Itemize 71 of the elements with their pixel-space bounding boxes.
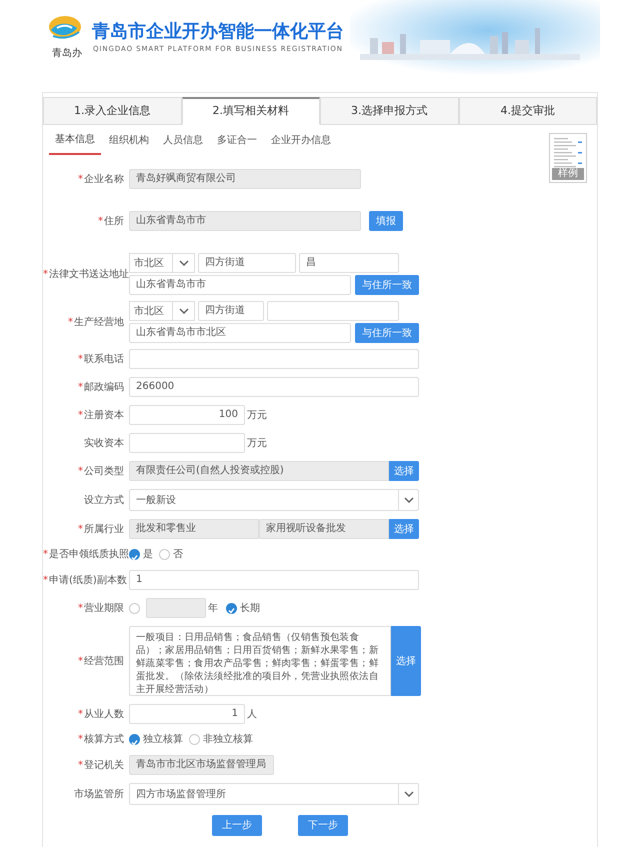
check-icon <box>227 606 236 616</box>
input-field[interactable]: 山东省青岛市市北区 <box>129 323 351 343</box>
radio-option[interactable]: 是 <box>129 547 153 562</box>
input-field[interactable]: 昌 <box>299 253 399 273</box>
chevron-down-icon <box>178 308 188 314</box>
step-tab[interactable]: 3.选择申报方式 <box>320 97 458 125</box>
input-field[interactable]: 批发和零售业 <box>129 519 259 539</box>
field-label: *生产经营地 <box>67 316 125 330</box>
input-field[interactable] <box>129 349 419 369</box>
radio-option[interactable]: 非独立核算 <box>189 732 253 747</box>
sub-tab[interactable]: 组织机构 <box>103 129 155 155</box>
step-tab[interactable]: 2.填写相关材料 <box>182 97 320 125</box>
sub-tab[interactable]: 多证合一 <box>211 129 263 155</box>
radio-option[interactable]: 长期 <box>226 600 260 616</box>
sub-tab[interactable]: 人员信息 <box>157 129 209 155</box>
field-label: *经营范围 <box>77 654 125 668</box>
input-field[interactable]: 1 <box>129 570 419 590</box>
field-label: *邮政编码 <box>77 380 125 394</box>
input-field[interactable]: 四方街道 <box>198 253 296 273</box>
unit-label: 万元 <box>247 408 267 422</box>
input-field[interactable]: 266000 <box>129 377 419 397</box>
chevron-down-icon <box>404 791 414 797</box>
field-label: *申请(纸质)副本数 <box>43 574 128 588</box>
input-field[interactable]: 有限责任公司(自然人投资或控股) <box>129 461 389 481</box>
field-label: *注册资本 <box>77 408 125 422</box>
check-icon <box>130 738 139 747</box>
radio-option[interactable]: 独立核算 <box>129 732 183 747</box>
field-label: *是否申领纸质执照 <box>43 548 129 562</box>
chevron-down-icon <box>404 497 414 503</box>
step-tab[interactable]: 1.录入企业信息 <box>43 97 182 125</box>
input-field[interactable] <box>146 598 206 618</box>
select-field[interactable]: 市北区 <box>129 301 195 321</box>
field-label: *从业人数 <box>77 708 125 722</box>
input-field[interactable]: 100 <box>129 405 245 425</box>
input-field[interactable]: 青岛好飒商贸有限公司 <box>129 169 361 189</box>
field-label: *营业期限 <box>77 602 125 616</box>
field-label: *所属行业 <box>77 522 125 536</box>
field-label: *公司类型 <box>77 464 125 478</box>
site-title: 青岛市企业开办智能一体化平台 <box>92 20 344 44</box>
select-field[interactable]: 四方市场监督管理所 <box>129 783 419 805</box>
input-field[interactable]: 山东省青岛市市 <box>129 275 351 295</box>
sub-tab[interactable]: 基本信息 <box>49 129 101 155</box>
textarea-field[interactable]: 一般项目：日用品销售；食品销售（仅销售预包装食品）；家居用品销售；日用百货销售；新鲜水果零售；新鲜蔬菜零售；食用农产品零售；鲜肉零售；鲜蛋零售；鲜蛋批发。（除依法须经批准的项目外，凭营业执照依法自主开展经营活动） <box>129 626 391 696</box>
radio-option[interactable] <box>129 602 140 614</box>
field-label: 市场监管所 <box>73 788 125 802</box>
unit-label: 人 <box>247 708 257 722</box>
field-label: *住所 <box>97 214 125 228</box>
radio-option[interactable]: 否 <box>159 547 183 562</box>
field-label: 实收资本 <box>83 436 125 450</box>
field-label: *核算方式 <box>77 732 125 747</box>
select-field[interactable]: 市北区 <box>129 253 195 273</box>
input-field[interactable]: 青岛市市北区市场监督管理局 <box>129 755 274 775</box>
field-label: *登记机关 <box>77 758 125 772</box>
field-label: 设立方式 <box>83 494 125 508</box>
input-field[interactable]: 四方街道 <box>198 301 264 321</box>
input-field[interactable] <box>129 433 245 453</box>
step-tab[interactable]: 4.提交审批 <box>458 97 597 125</box>
select-field[interactable]: 一般新设 <box>129 489 419 511</box>
sub-tab[interactable]: 企业开办信息 <box>265 129 337 155</box>
field-label: *法律文书送达地址 <box>43 268 129 282</box>
field-label: *联系电话 <box>77 352 125 366</box>
check-icon <box>130 552 139 562</box>
input-field[interactable]: 山东省青岛市市 <box>129 211 361 231</box>
chevron-down-icon <box>178 260 188 266</box>
input-field[interactable]: 家用视听设备批发 <box>259 519 389 539</box>
logo-caption: 青岛办 <box>52 46 82 61</box>
unit-label: 万元 <box>247 436 267 450</box>
unit-label: 年 <box>208 602 218 616</box>
field-label: *企业名称 <box>77 172 125 186</box>
input-field[interactable]: 1 <box>129 704 245 724</box>
input-field[interactable] <box>267 301 399 321</box>
